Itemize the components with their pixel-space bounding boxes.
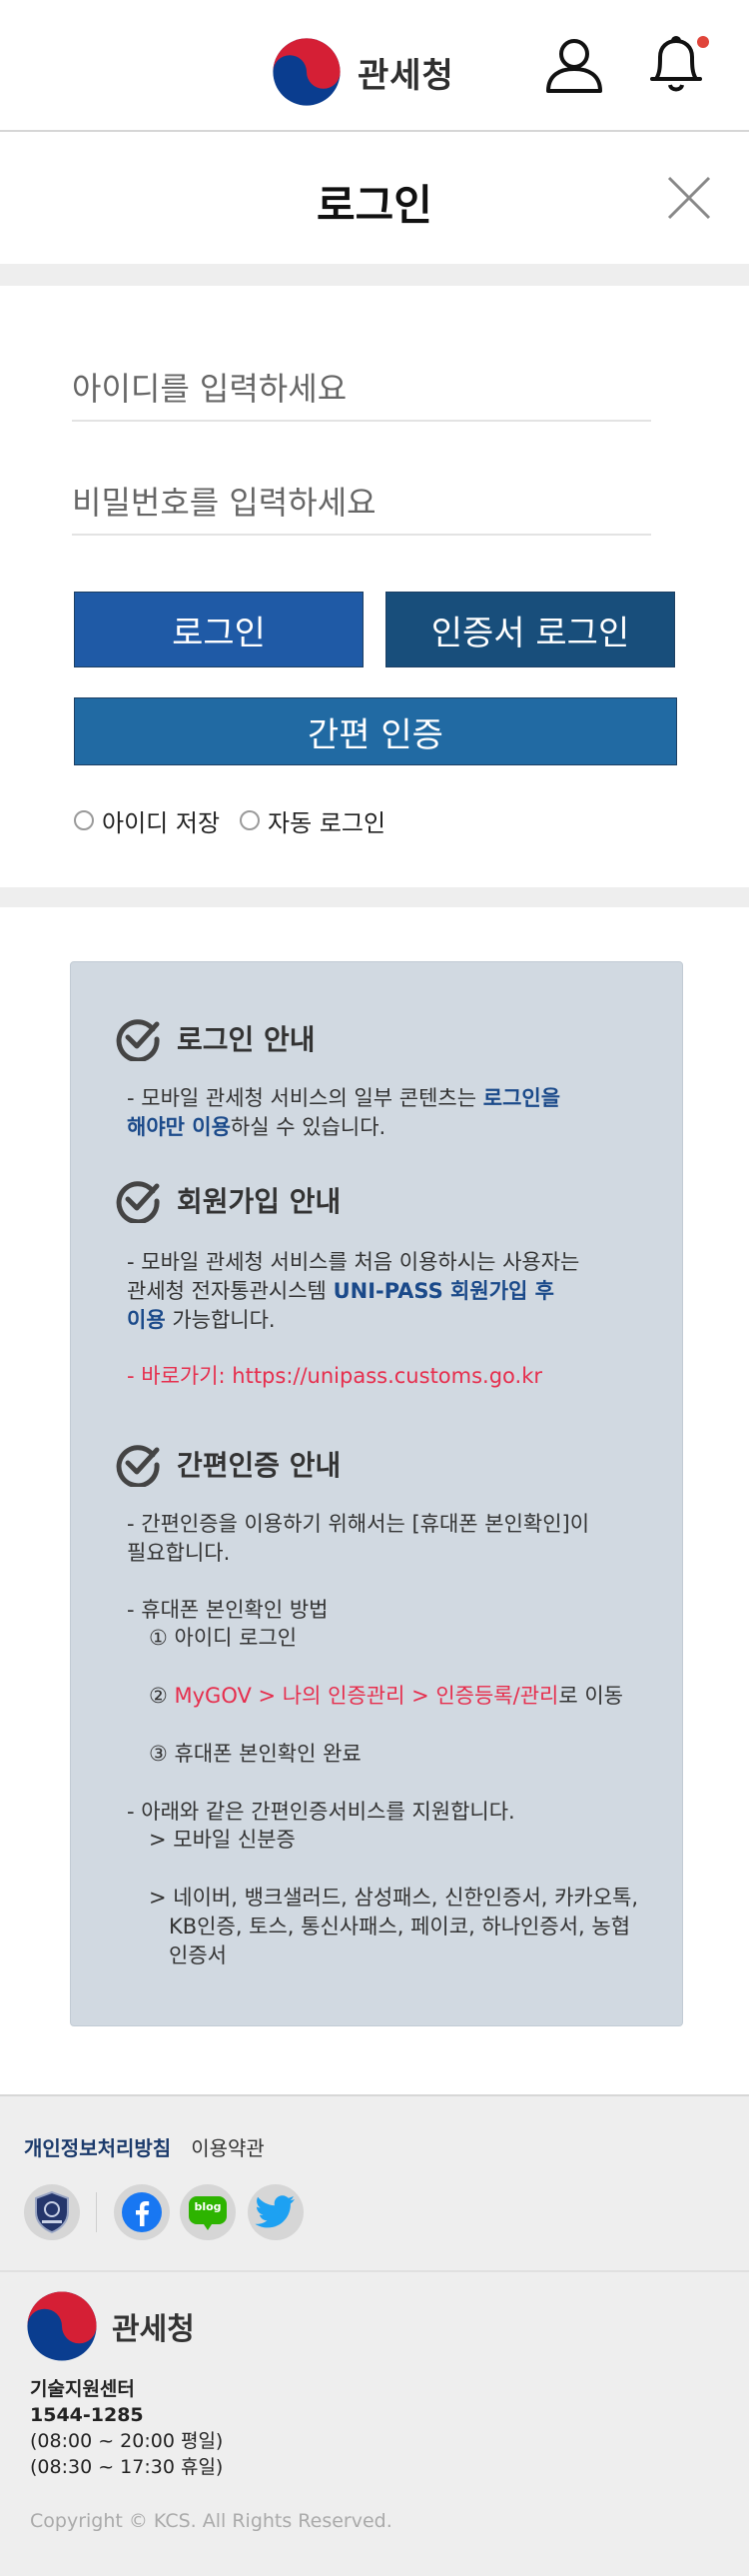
section-divider: [0, 887, 749, 907]
method-step-1: ① 아이디 로그인: [149, 1626, 298, 1650]
taegeuk-logo-icon: [27, 2291, 97, 2361]
footer-logo-text: 관세청: [112, 2312, 195, 2347]
supported-item-mobile-id: > 모바일 신분증: [149, 1828, 296, 1852]
social-divider: [96, 2192, 97, 2232]
check-circle-icon: [116, 1019, 160, 1061]
unipass-join-text: 이용: [127, 1308, 166, 1332]
blog-button[interactable]: blog: [180, 2184, 236, 2240]
facebook-button[interactable]: [114, 2184, 170, 2240]
join-guide-line: 가능합니다.: [165, 1308, 276, 1332]
twitter-icon: [255, 2195, 295, 2228]
join-guide-line: 관세청 전자통관시스템: [127, 1279, 334, 1303]
step-number: ②: [149, 1684, 175, 1708]
kcs-logo[interactable]: 관세청: [272, 34, 454, 110]
simple-auth-button[interactable]: 간편 인증: [74, 697, 677, 765]
emblem-icon: [35, 2190, 69, 2234]
emblem-button[interactable]: [24, 2184, 80, 2240]
providers-line: KB인증, 토스, 통신사패스, 페이코, 하나인증서, 농협: [169, 1915, 631, 1938]
simple-auth-guide-title: 간편인증 안내: [177, 1449, 342, 1482]
close-icon: [667, 176, 711, 220]
login-required-text: 해야만 이용: [127, 1115, 231, 1139]
simple-auth-intro: - 간편인증을 이용하기 위해서는 [휴대폰 본인확인]이 필요합니다.: [127, 1510, 589, 1568]
copyright: Copyright © KCS. All Rights Reserved.: [30, 2510, 392, 2532]
step-suffix: 로 이동: [558, 1684, 623, 1708]
support-center-title: 기술지원센터: [30, 2378, 135, 2400]
login-guide-title: 로그인 안내: [177, 1023, 316, 1056]
simple-auth-line: 필요합니다.: [127, 1541, 231, 1565]
check-circle-icon: [116, 1181, 160, 1223]
login-guide-line: 하실 수 있습니다.: [230, 1115, 386, 1139]
password-input[interactable]: [72, 472, 651, 536]
mygov-path-text: MyGOV > 나의 인증관리 > 인증등록/관리: [174, 1684, 559, 1708]
notification-dot: [697, 36, 709, 48]
twitter-button[interactable]: [248, 2184, 304, 2240]
footer-logo: 관세청: [26, 2290, 195, 2362]
login-button[interactable]: 로그인: [74, 592, 364, 667]
unipass-join-text: UNI-PASS 회원가입 후: [333, 1279, 554, 1303]
method-title: - 휴대폰 본인확인 방법: [127, 1598, 329, 1622]
footer-divider: [0, 2270, 749, 2272]
login-required-text: 로그인을: [482, 1086, 561, 1110]
join-guide-heading: 회원가입 안내: [115, 1176, 341, 1224]
terms-link[interactable]: 이용약관: [191, 2132, 265, 2161]
check-circle-icon: [116, 1445, 160, 1487]
logo-text: 관세청: [358, 55, 454, 96]
support-center-info: 기술지원센터 1544-1285 (08:00 ~ 20:00 평일) (08:…: [30, 2376, 223, 2480]
supported-title: - 아래와 같은 간편인증서비스를 지원합니다.: [127, 1800, 515, 1824]
top-header: 관세청: [0, 0, 749, 132]
support-center-phone[interactable]: 1544-1285: [30, 2402, 223, 2428]
blog-label: blog: [194, 2200, 222, 2213]
support-hours-weekday: (08:00 ~ 20:00 평일): [30, 2430, 224, 2452]
title-bar: 로그인: [0, 134, 749, 264]
providers-line: > 네이버, 뱅크샐러드, 삼성패스, 신한인증서, 카카오톡,: [149, 1886, 639, 1910]
join-guide-title: 회원가입 안내: [177, 1185, 342, 1218]
footer-links: 개인정보처리방침 이용약관: [24, 2132, 265, 2161]
login-guide-heading: 로그인 안내: [115, 1014, 316, 1062]
save-id-radio[interactable]: [74, 810, 94, 830]
user-button[interactable]: [539, 30, 609, 100]
close-button[interactable]: [659, 168, 719, 228]
privacy-policy-link[interactable]: 개인정보처리방침: [24, 2132, 171, 2161]
join-guide-line: - 모바일 관세청 서비스를 처음 이용하시는 사용자는: [127, 1250, 580, 1274]
taegeuk-logo-icon: [273, 38, 341, 106]
unipass-shortcut-link[interactable]: - 바로가기: https://unipass.customs.go.kr: [127, 1362, 542, 1391]
login-guide-line: - 모바일 관세청 서비스의 일부 콘텐츠는: [127, 1086, 483, 1110]
providers-line: 인증서: [169, 1943, 227, 1967]
auto-login-radio[interactable]: [240, 810, 261, 830]
page-title: 로그인: [317, 181, 432, 230]
join-guide-text: - 모바일 관세청 서비스를 처음 이용하시는 사용자는 관세청 전자통관시스템…: [127, 1248, 579, 1335]
auto-login-label[interactable]: 자동 로그인: [268, 803, 385, 838]
certificate-login-button[interactable]: 인증서 로그인: [385, 592, 675, 667]
method-step-3: ③ 휴대폰 본인확인 완료: [149, 1742, 362, 1766]
method-step-2: ② MyGOV > 나의 인증관리 > 인증등록/관리로 이동: [149, 1682, 623, 1711]
login-guide-text: - 모바일 관세청 서비스의 일부 콘텐츠는 로그인을 해야만 이용하실 수 있…: [127, 1084, 560, 1142]
facebook-icon: [122, 2192, 162, 2232]
support-hours-holiday: (08:30 ~ 17:30 휴일): [30, 2456, 224, 2478]
footer: 개인정보처리방침 이용약관 blog 관세청 기술지원센터 1544-1285 …: [0, 2094, 749, 2576]
simple-auth-line: - 간편인증을 이용하기 위해서는 [휴대폰 본인확인]이: [127, 1512, 590, 1536]
id-input[interactable]: [72, 358, 651, 422]
login-options: 아이디 저장 자동 로그인: [74, 803, 405, 838]
supported-item-providers: > 네이버, 뱅크샐러드, 삼성패스, 신한인증서, 카카오톡, KB인증, 토…: [149, 1884, 638, 1970]
user-icon: [546, 39, 602, 93]
info-panel: 로그인 안내 - 모바일 관세청 서비스의 일부 콘텐츠는 로그인을 해야만 이…: [70, 961, 683, 2026]
simple-auth-guide-heading: 간편인증 안내: [115, 1440, 341, 1488]
save-id-label[interactable]: 아이디 저장: [102, 803, 220, 838]
notification-button[interactable]: [641, 30, 711, 100]
section-divider: [0, 264, 749, 286]
